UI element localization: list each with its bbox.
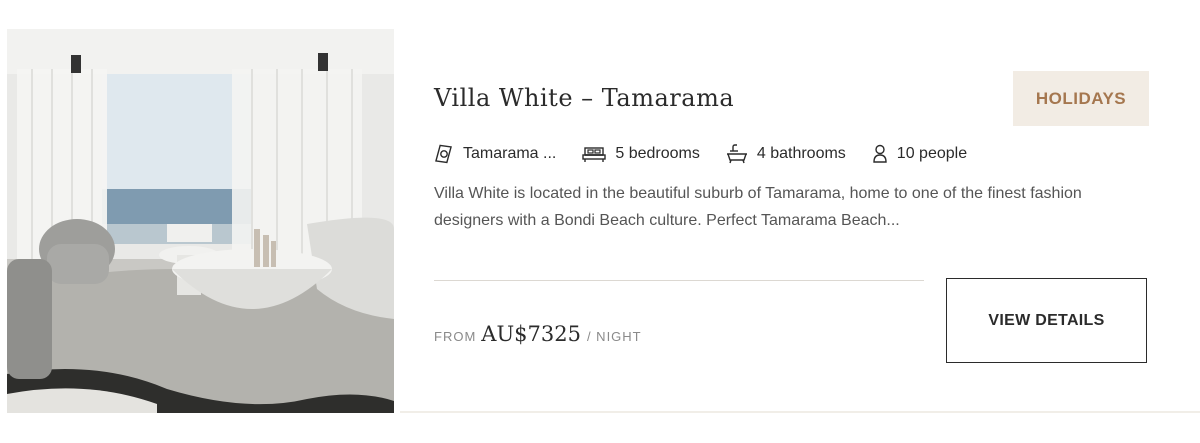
guests-text: 10 people xyxy=(896,145,968,162)
listing-description: Villa White is located in the beautiful … xyxy=(434,185,1082,229)
location-text: Tamarama ... xyxy=(463,145,557,162)
listing-card: Villa White – Tamarama HOLIDAYS Tamarama… xyxy=(0,0,1200,413)
divider xyxy=(434,280,924,281)
price-amount: AU$7325 xyxy=(481,322,581,346)
amenity-location: Tamarama ... xyxy=(434,144,556,164)
view-details-button[interactable]: VIEW DETAILS xyxy=(946,278,1147,363)
price: FROM AU$7325 / NIGHT xyxy=(434,322,642,346)
living-room-image xyxy=(7,29,394,413)
category-badge: HOLIDAYS xyxy=(1013,71,1149,126)
person-icon xyxy=(873,144,887,163)
bedrooms-text: 5 bedrooms xyxy=(615,145,700,162)
bathrooms-text: 4 bathrooms xyxy=(756,145,846,162)
bed-icon xyxy=(582,147,607,162)
location-pin-icon xyxy=(435,144,452,164)
listing-title[interactable]: Villa White – Tamarama xyxy=(434,84,734,112)
amenity-bathrooms: 4 bathrooms xyxy=(726,144,846,164)
amenity-guests: 10 people xyxy=(872,144,967,164)
bathtub-icon xyxy=(726,144,747,164)
amenity-bedrooms: 5 bedrooms xyxy=(582,144,700,164)
card-border xyxy=(400,411,1200,413)
price-suffix: / NIGHT xyxy=(586,329,642,344)
price-prefix: FROM xyxy=(434,329,477,344)
amenities-row: Tamarama ... 5 bedrooms 4 bathrooms 10 p… xyxy=(434,142,993,166)
listing-photo[interactable] xyxy=(7,29,394,413)
